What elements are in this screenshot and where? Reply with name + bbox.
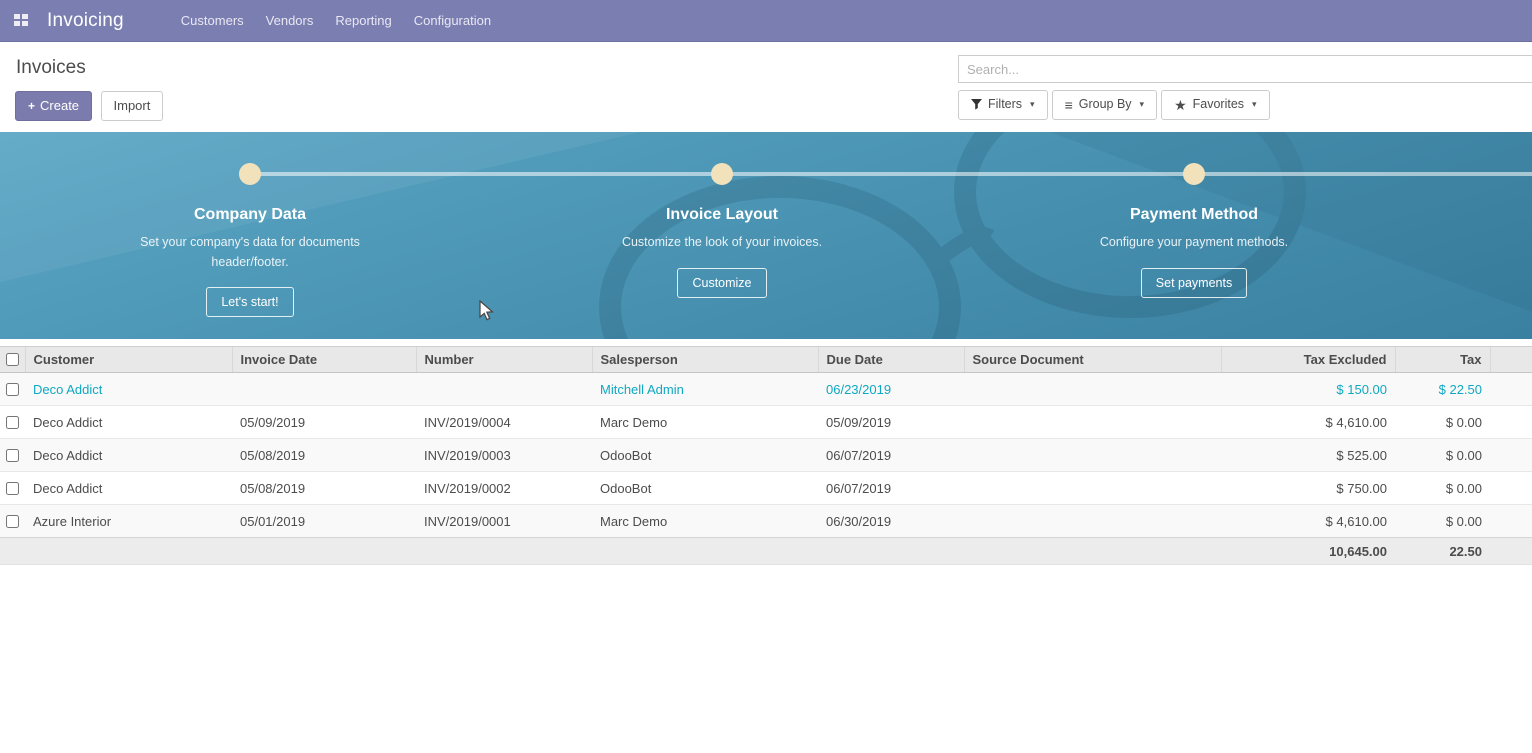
row-checkbox[interactable] (6, 416, 19, 429)
plus-icon: + (28, 99, 35, 113)
page-title: Invoices (16, 57, 163, 79)
total-tax-excluded: 10,645.00 (1221, 538, 1395, 565)
table-row[interactable]: Deco Addict05/08/2019 INV/2019/0003OdooB… (0, 439, 1532, 472)
row-checkbox[interactable] (6, 482, 19, 495)
filters-button[interactable]: Filters▾ (958, 90, 1048, 120)
lets-start-button[interactable]: Let's start! (206, 287, 293, 317)
funnel-icon (971, 99, 982, 110)
favorites-button[interactable]: ★ Favorites▾ (1161, 90, 1270, 120)
onboarding-step-company-data: Company Data Set your company's data for… (90, 163, 410, 317)
menu-configuration[interactable]: Configuration (403, 0, 502, 42)
step-description: Set your company's data for documents he… (135, 233, 365, 272)
select-all-checkbox[interactable] (6, 353, 19, 366)
app-title[interactable]: Invoicing (47, 10, 124, 32)
row-checkbox[interactable] (6, 515, 19, 528)
mouse-cursor (479, 300, 495, 322)
table-row[interactable]: Deco Addict05/09/2019 INV/2019/0004Marc … (0, 406, 1532, 439)
apps-grid-icon[interactable] (14, 14, 30, 27)
star-icon: ★ (1174, 98, 1187, 112)
chevron-down-icon: ▾ (1030, 98, 1035, 111)
set-payments-button[interactable]: Set payments (1141, 268, 1247, 298)
control-panel: Invoices +Create Import Filters▾ ≡ Group… (0, 42, 1532, 131)
column-header-salesperson[interactable]: Salesperson (592, 347, 818, 373)
total-tax: 22.50 (1395, 538, 1490, 565)
step-dot-icon (711, 163, 733, 185)
column-header-tax[interactable]: Tax (1395, 347, 1490, 373)
create-button[interactable]: +Create (15, 91, 92, 121)
menu-reporting[interactable]: Reporting (324, 0, 402, 42)
list-icon: ≡ (1065, 98, 1073, 112)
table-row[interactable]: Deco Addict Mitchell Admin 06/23/2019 $ … (0, 373, 1532, 406)
row-checkbox[interactable] (6, 449, 19, 462)
import-button[interactable]: Import (101, 91, 164, 121)
column-header-tax-excluded[interactable]: Tax Excluded (1221, 347, 1395, 373)
step-title: Payment Method (1130, 206, 1258, 224)
invoice-list: Customer Invoice Date Number Salesperson… (0, 346, 1532, 565)
step-description: Configure your payment methods. (1079, 233, 1309, 252)
table-row[interactable]: Deco Addict05/08/2019 INV/2019/0002OdooB… (0, 472, 1532, 505)
column-header-customer[interactable]: Customer (25, 347, 232, 373)
row-checkbox[interactable] (6, 383, 19, 396)
action-buttons: +Create Import (15, 91, 163, 121)
search-options: Filters▾ ≡ Group By▾ ★ Favorites▾ (958, 90, 1532, 120)
step-title: Company Data (194, 206, 306, 224)
step-description: Customize the look of your invoices. (607, 233, 837, 252)
group-by-button[interactable]: ≡ Group By▾ (1052, 90, 1158, 120)
totals-row: 10,645.00 22.50 (0, 538, 1532, 565)
menu-customers[interactable]: Customers (170, 0, 255, 42)
step-dot-icon (239, 163, 261, 185)
onboarding-step-payment-method: Payment Method Configure your payment me… (1034, 163, 1354, 297)
search-input[interactable] (958, 55, 1532, 83)
onboarding-banner: Company Data Set your company's data for… (0, 132, 1532, 339)
column-header-due-date[interactable]: Due Date (818, 347, 964, 373)
top-navbar: Invoicing Customers Vendors Reporting Co… (0, 0, 1532, 42)
customize-button[interactable]: Customize (677, 268, 766, 298)
column-header-extra (1490, 347, 1532, 373)
step-title: Invoice Layout (666, 206, 778, 224)
menu-vendors[interactable]: Vendors (255, 0, 325, 42)
step-dot-icon (1183, 163, 1205, 185)
table-row[interactable]: Azure Interior05/01/2019 INV/2019/0001Ma… (0, 505, 1532, 538)
column-header-number[interactable]: Number (416, 347, 592, 373)
main-menu: Customers Vendors Reporting Configuratio… (170, 0, 502, 42)
column-header-invoice-date[interactable]: Invoice Date (232, 347, 416, 373)
onboarding-step-invoice-layout: Invoice Layout Customize the look of you… (562, 163, 882, 297)
chevron-down-icon: ▾ (1252, 98, 1257, 111)
table-header-row: Customer Invoice Date Number Salesperson… (0, 347, 1532, 373)
column-header-source-document[interactable]: Source Document (964, 347, 1221, 373)
chevron-down-icon: ▾ (1140, 98, 1145, 111)
